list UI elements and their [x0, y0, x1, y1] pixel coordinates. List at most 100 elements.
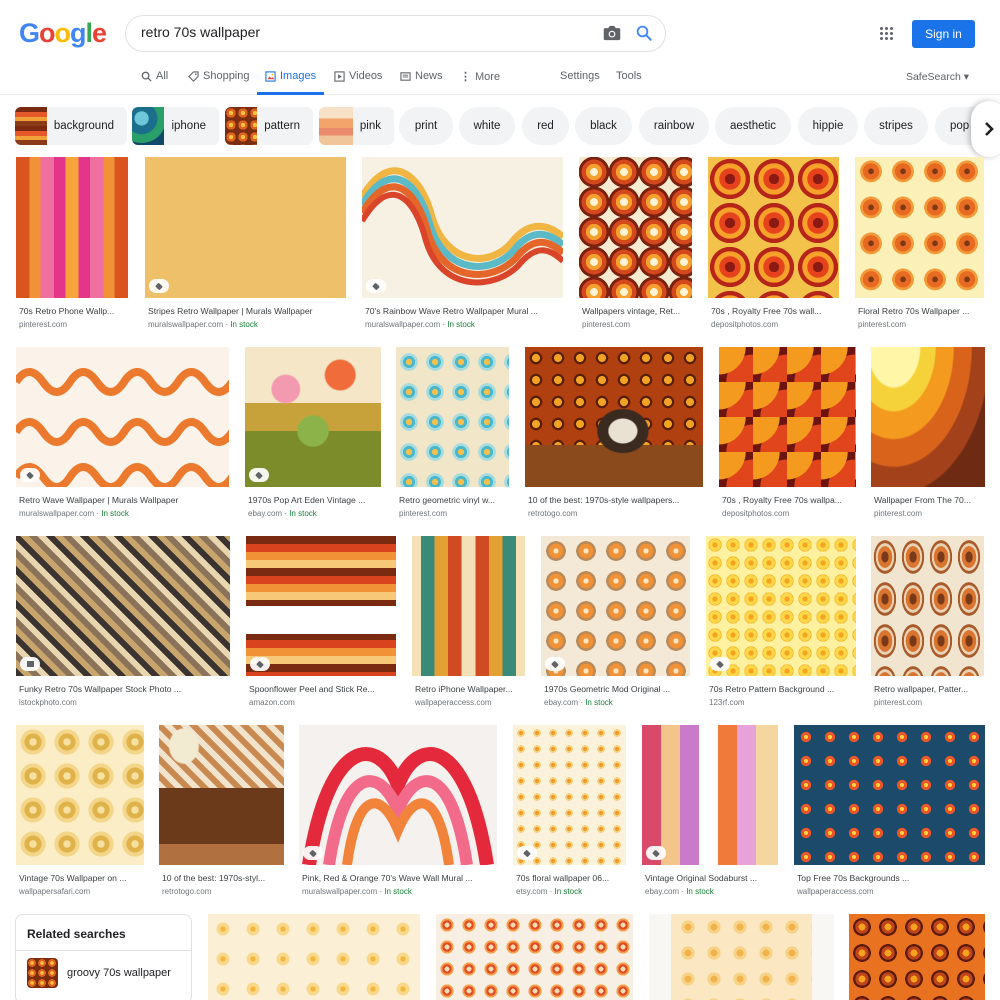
image-result[interactable]: Wallpapers vintage, Ret... pinterest.com [579, 157, 692, 332]
result-title[interactable]: Retro iPhone Wallpaper... [415, 684, 524, 694]
result-image[interactable] [299, 725, 497, 865]
result-title[interactable]: 70s , Royalty Free 70s wallpa... [722, 495, 855, 505]
chip-rainbow[interactable]: rainbow [639, 107, 709, 145]
result-image[interactable] [871, 347, 985, 487]
image-result[interactable]: Top Free 70s Backgrounds ... wallpaperac… [794, 725, 985, 900]
tab-all[interactable]: All [141, 70, 168, 82]
sign-in-button[interactable]: Sign in [912, 20, 975, 48]
image-result[interactable]: Stripes Retro Wallpaper | Murals Wallpap… [145, 157, 346, 332]
result-image[interactable] [16, 347, 229, 487]
image-result[interactable]: Retro iPhone Wallpaper... wallpaperacces… [412, 536, 525, 711]
result-image[interactable] [871, 536, 984, 676]
result-image[interactable] [396, 347, 509, 487]
result-title[interactable]: Top Free 70s Backgrounds ... [797, 873, 984, 883]
result-title[interactable]: Wallpapers vintage, Ret... [582, 306, 691, 316]
image-result[interactable]: 70's Rainbow Wave Retro Wallpaper Mural … [362, 157, 563, 332]
result-title[interactable]: 1970s Pop Art Eden Vintage ... [248, 495, 380, 505]
image-result[interactable]: 10 of the best: 1970s-style wallpapers..… [525, 347, 703, 522]
result-title[interactable]: 70s Retro Pattern Background ... [709, 684, 855, 694]
result-title[interactable]: 70s Retro Phone Wallp... [19, 306, 127, 316]
tab-news[interactable]: News [400, 70, 443, 82]
result-image[interactable] [649, 914, 834, 1000]
result-image[interactable] [849, 914, 985, 1000]
image-result[interactable]: Funky Retro 70s Wallpaper Stock Photo ..… [16, 536, 230, 711]
result-title[interactable]: 70s , Royalty Free 70s wall... [711, 306, 838, 316]
image-result[interactable]: Floral Retro 70s Wallpaper ... pinterest… [855, 157, 984, 332]
chip-pattern[interactable]: pattern [225, 107, 313, 145]
chip-stripes[interactable]: stripes [864, 107, 928, 145]
result-image[interactable] [245, 347, 381, 487]
chip-background[interactable]: background [15, 107, 127, 145]
chip-iphone[interactable]: iphone [132, 107, 219, 145]
result-image[interactable] [16, 536, 230, 676]
image-result[interactable]: 70s floral wallpaper 06... etsy.com · In… [513, 725, 626, 900]
image-result[interactable]: Pink, Red & Orange 70's Wave Wall Mural … [299, 725, 497, 900]
tab-images[interactable]: Images [265, 70, 316, 82]
result-image[interactable] [513, 725, 626, 865]
result-title[interactable]: Funky Retro 70s Wallpaper Stock Photo ..… [19, 684, 229, 694]
chip-white[interactable]: white [459, 107, 515, 145]
result-title[interactable]: 1970s Geometric Mod Original ... [544, 684, 689, 694]
apps-grid-icon[interactable] [880, 27, 894, 41]
result-image[interactable] [208, 914, 420, 1000]
result-image[interactable] [412, 536, 525, 676]
result-title[interactable]: Stripes Retro Wallpaper | Murals Wallpap… [148, 306, 345, 316]
tab-more[interactable]: ⋮ More [460, 70, 500, 84]
tab-tools[interactable]: Tools [616, 70, 642, 82]
result-image[interactable] [246, 536, 396, 676]
image-result[interactable] [649, 914, 834, 1000]
image-result[interactable]: Wallpaper From The 70... pinterest.com [871, 347, 985, 522]
result-image[interactable] [541, 536, 690, 676]
result-title[interactable]: Vintage 70s Wallpaper on ... [19, 873, 143, 883]
result-title[interactable]: Retro Wave Wallpaper | Murals Wallpaper [19, 495, 228, 505]
image-result[interactable]: 10 of the best: 1970s-styl... retrotogo.… [159, 725, 284, 900]
chip-hippie[interactable]: hippie [798, 107, 858, 145]
image-result[interactable]: Spoonflower Peel and Stick Re... amazon.… [246, 536, 396, 711]
result-title[interactable]: 70's Rainbow Wave Retro Wallpaper Mural … [365, 306, 562, 316]
result-title[interactable]: 10 of the best: 1970s-styl... [162, 873, 283, 883]
tab-settings[interactable]: Settings [560, 70, 600, 82]
image-result[interactable]: Vintage Original Sodaburst ... ebay.com … [642, 725, 778, 900]
result-image[interactable] [159, 725, 284, 865]
result-image[interactable] [362, 157, 563, 298]
image-result[interactable] [208, 914, 420, 1000]
result-title[interactable]: Spoonflower Peel and Stick Re... [249, 684, 395, 694]
image-result[interactable]: 70s Retro Pattern Background ... 123rf.c… [706, 536, 856, 711]
result-image[interactable] [855, 157, 984, 298]
image-result[interactable]: 70s , Royalty Free 70s wall... depositph… [708, 157, 839, 332]
image-result[interactable]: Retro wallpaper, Patter... pinterest.com [871, 536, 984, 711]
chip-aesthetic[interactable]: aesthetic [715, 107, 791, 145]
result-image[interactable] [642, 725, 778, 865]
result-image[interactable] [145, 157, 346, 298]
result-title[interactable]: Pink, Red & Orange 70's Wave Wall Mural … [302, 873, 496, 883]
chip-pink[interactable]: pink [319, 107, 394, 145]
related-search-link[interactable]: groovy 70s wallpaper [67, 967, 171, 979]
google-logo[interactable]: Google [19, 18, 107, 49]
result-image[interactable] [525, 347, 703, 487]
safesearch-dropdown[interactable]: SafeSearch ▾ [906, 71, 969, 83]
result-title[interactable]: Floral Retro 70s Wallpaper ... [858, 306, 983, 316]
result-title[interactable]: Wallpaper From The 70... [874, 495, 984, 505]
result-title[interactable]: Vintage Original Sodaburst ... [645, 873, 777, 883]
image-result[interactable]: 70s , Royalty Free 70s wallpa... deposit… [719, 347, 856, 522]
result-image[interactable] [579, 157, 692, 298]
related-thumbnail[interactable] [27, 958, 58, 988]
result-image[interactable] [719, 347, 856, 487]
image-result[interactable]: 1970s Pop Art Eden Vintage ... ebay.com … [245, 347, 381, 522]
chip-print[interactable]: print [399, 107, 453, 145]
tab-shopping[interactable]: Shopping [188, 70, 250, 82]
image-result[interactable] [849, 914, 985, 1000]
image-result[interactable]: Vintage 70s Wallpaper on ... wallpapersa… [16, 725, 144, 900]
result-image[interactable] [706, 536, 856, 676]
result-image[interactable] [794, 725, 985, 865]
result-title[interactable]: Retro geometric vinyl w... [399, 495, 508, 505]
camera-icon[interactable] [603, 25, 621, 41]
result-title[interactable]: Retro wallpaper, Patter... [874, 684, 983, 694]
image-result[interactable]: 1970s Geometric Mod Original ... ebay.co… [541, 536, 690, 711]
chips-next-button[interactable] [971, 101, 1000, 157]
result-image[interactable] [436, 914, 633, 1000]
result-title[interactable]: 70s floral wallpaper 06... [516, 873, 625, 883]
chip-red[interactable]: red [522, 107, 569, 145]
tab-videos[interactable]: Videos [334, 70, 382, 82]
result-image[interactable] [16, 157, 128, 298]
